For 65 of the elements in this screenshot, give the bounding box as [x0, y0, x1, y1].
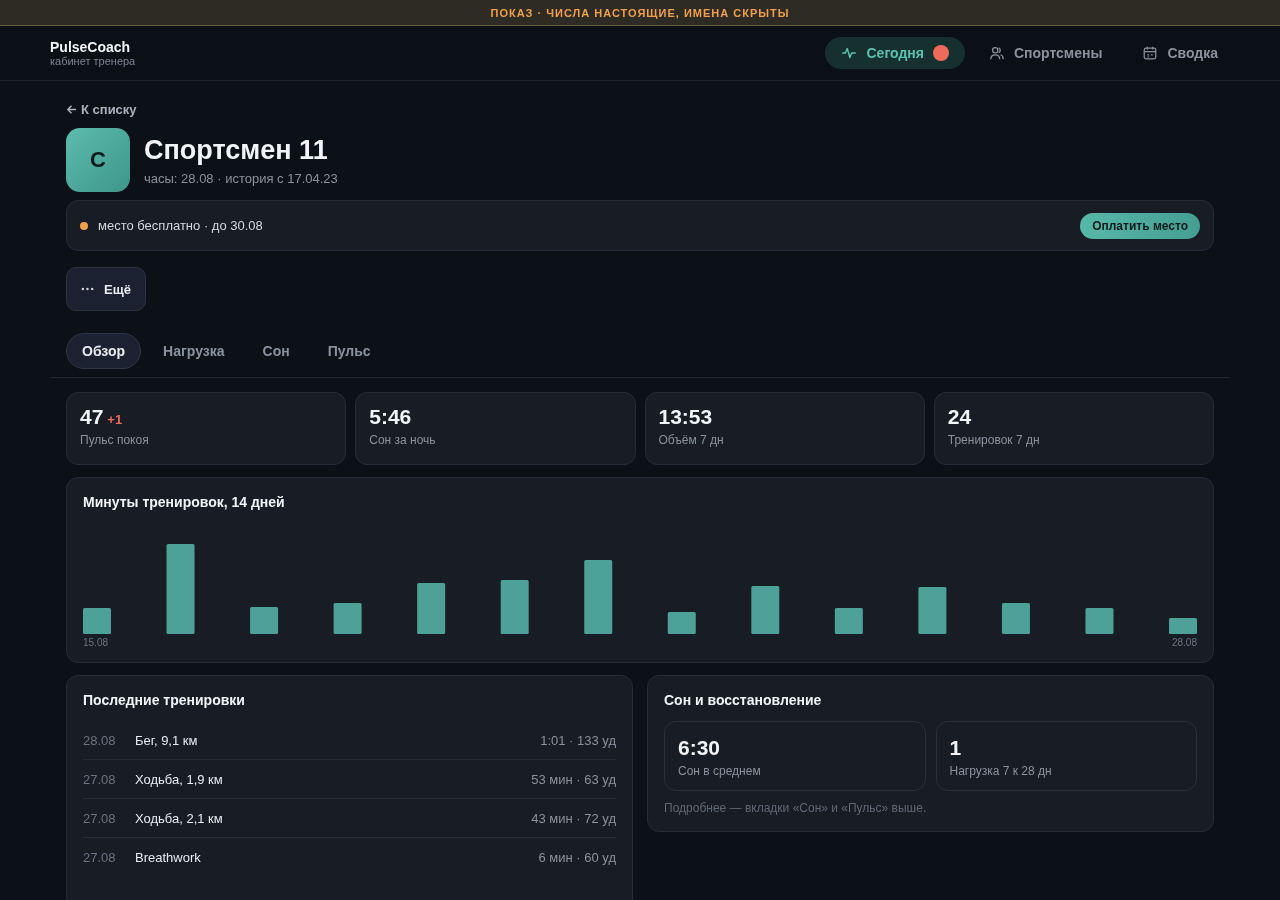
pulse-icon [841, 45, 858, 61]
stat-value: 1 [949, 736, 963, 760]
chart-title: Минуты тренировок, 14 дней [83, 494, 286, 510]
workout-date: 28.08 [83, 732, 117, 748]
workout-summary: 43 мин · 72 уд [531, 810, 616, 826]
demo-banner-text: ПОКАЗ · ЧИСЛА НАСТОЯЩИЕ, ИМЕНА СКРЫТЫ [490, 6, 790, 19]
calendar-icon [1142, 45, 1159, 61]
tab[interactable]: Пульс [311, 333, 387, 369]
pay-button[interactable]: Оплатить место [1080, 212, 1200, 239]
brand-subtitle: кабинет тренера [50, 55, 136, 67]
bar [1001, 603, 1030, 634]
bar [500, 580, 529, 634]
stat-label: Тренировок 7 дн [947, 433, 1041, 447]
card-title: Сон и восстановление [664, 692, 823, 708]
stat-label: Сон за ночь [369, 433, 437, 447]
bar [834, 608, 863, 634]
stat-value: 47 [80, 405, 104, 428]
bar [250, 607, 279, 634]
workout-summary: 1:01 · 133 уд [540, 732, 616, 748]
bar [333, 603, 362, 634]
back-link[interactable]: К списку [66, 102, 137, 117]
nav-tab[interactable]: Спортсмены [972, 37, 1119, 69]
workout-date: 27.08 [83, 849, 117, 865]
nav-tab[interactable]: Сегодня [825, 37, 965, 69]
athlete-meta: часы: 28.08 · история с 17.04.23 [144, 170, 338, 186]
workout-name: Breathwork [135, 849, 202, 865]
more-button[interactable]: Ещё [66, 267, 146, 311]
bar [918, 587, 947, 634]
stat-value: 24 [947, 405, 972, 428]
back-arrow-icon [66, 104, 77, 115]
bar [667, 612, 696, 634]
stat-delta: +1 [107, 412, 123, 427]
tab[interactable]: Обзор [66, 333, 142, 369]
workout-name: Ходьба, 1,9 км [135, 771, 224, 787]
card-title: Последние тренировки [83, 692, 246, 708]
stat-label: Сон в среднем [678, 764, 762, 778]
workout-date: 27.08 [83, 810, 117, 826]
brand-name: PulseCoach [50, 39, 132, 55]
workout-summary: 53 мин · 63 уд [531, 771, 616, 787]
athlete-name: Спортсмен 11 [144, 134, 329, 166]
workout-name: Ходьба, 2,1 км [135, 810, 224, 826]
bar [751, 586, 780, 634]
people-icon [988, 45, 1005, 61]
stat-label: Пульс покоя [80, 433, 150, 447]
bar [1085, 608, 1114, 634]
tab[interactable]: Нагрузка [147, 333, 241, 369]
nav-tab[interactable]: Сводка [1126, 37, 1234, 69]
stat-value: 13:53 [658, 405, 713, 428]
axis-label: 28.08 [1171, 637, 1197, 648]
avatar: С [66, 128, 130, 192]
tab[interactable]: Сон [246, 333, 306, 369]
stat-label: Объём 7 дн [658, 433, 725, 447]
hint-text: Подробнее — вкладки «Сон» и «Пульс» выше. [664, 801, 928, 815]
stat-value: 5:46 [369, 405, 412, 428]
workout-date: 27.08 [83, 771, 117, 787]
bar [83, 608, 111, 634]
bar [1169, 618, 1197, 634]
bar [417, 583, 446, 634]
stat-label: Нагрузка 7 к 28 дн [949, 764, 1053, 778]
notice-text: место бесплатно · до 30.08 [98, 218, 263, 233]
more-icon [81, 287, 94, 291]
workout-name: Бег, 9,1 км [135, 732, 199, 748]
axis-label: 15.08 [83, 637, 109, 648]
stat-value: 6:30 [678, 736, 722, 760]
workout-summary: 6 мин · 60 уд [538, 849, 616, 865]
